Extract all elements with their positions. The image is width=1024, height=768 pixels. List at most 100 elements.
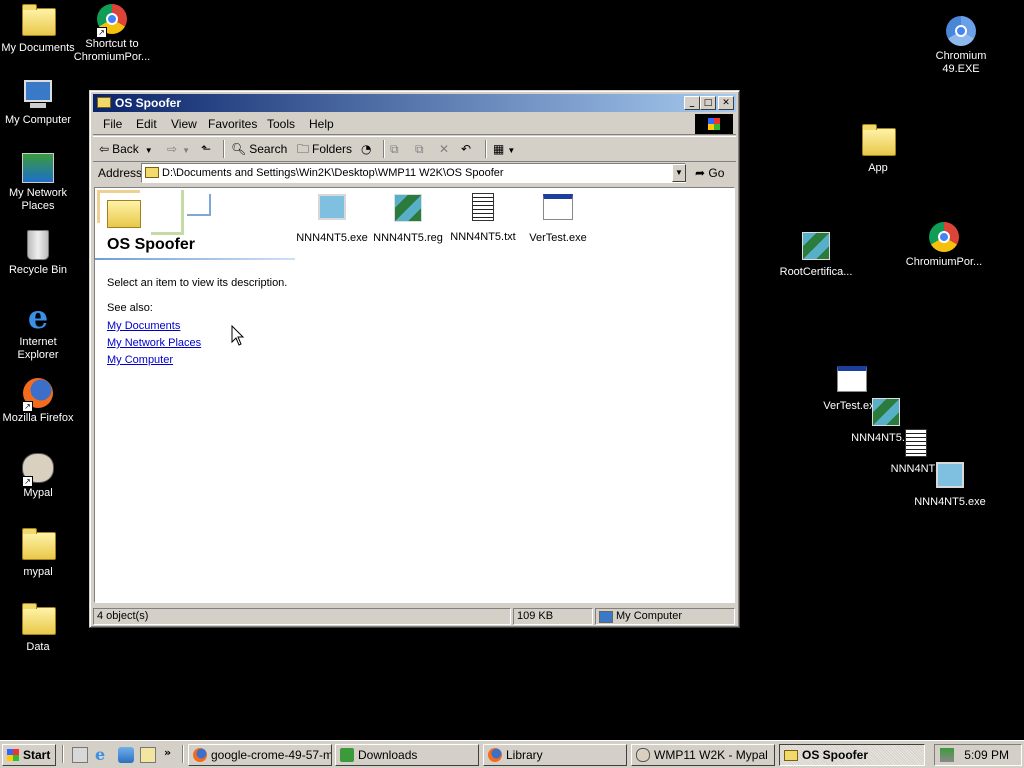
minimize-button[interactable]: _: [684, 96, 700, 110]
see-also-label: See also:: [107, 302, 153, 314]
menu-file[interactable]: File: [103, 117, 122, 131]
up-folder-button[interactable]: ⬑: [201, 141, 214, 157]
forward-arrow-icon: ⇨: [167, 142, 178, 156]
desktop-icon-nnn4nt5-exe[interactable]: NNN4NT5.exe: [910, 460, 990, 509]
menu-edit[interactable]: Edit: [136, 117, 157, 131]
firefox-icon: [488, 748, 502, 762]
taskbar-task[interactable]: google-crome-49-57-mb...: [188, 744, 332, 766]
desktop-icon-label: RootCertifica...: [779, 266, 853, 278]
taskbar-task-active[interactable]: OS Spoofer: [779, 744, 925, 766]
start-button[interactable]: Start: [2, 744, 56, 766]
search-button[interactable]: 🔍︎ Search: [231, 141, 287, 157]
back-button[interactable]: ⇦ Back ▼: [99, 141, 153, 159]
desktop-icon-chromium-shortcut[interactable]: ↗ Shortcut to ChromiumPor...: [72, 4, 152, 64]
file-name: VerTest.exe: [529, 232, 587, 244]
desktop-icon-chromium-portable[interactable]: ChromiumPor...: [904, 222, 984, 269]
status-zone-label: My Computer: [616, 610, 683, 622]
taskbar-separator: [182, 745, 184, 763]
history-button[interactable]: ◔: [361, 141, 374, 157]
windows-logo-icon: [695, 114, 733, 134]
menu-view[interactable]: View: [171, 117, 197, 131]
link-my-network-places[interactable]: My Network Places: [107, 337, 201, 349]
go-button[interactable]: ➦ Go: [695, 164, 724, 182]
desktop-icon-mozilla-firefox[interactable]: ↗ Mozilla Firefox: [0, 378, 78, 425]
show-desktop-icon[interactable]: [72, 747, 88, 763]
status-zone: My Computer: [595, 608, 735, 625]
task-label: OS Spoofer: [802, 748, 869, 762]
file-item[interactable]: NNN4NT5.exe: [294, 192, 370, 244]
menu-help[interactable]: Help: [309, 117, 334, 131]
toolbar-separator: [383, 140, 385, 158]
internet-explorer-icon[interactable]: e: [95, 747, 111, 763]
undo-button[interactable]: ↶: [461, 141, 474, 157]
desktop-icon-label: Chromium 49.EXE: [935, 50, 987, 75]
file-item[interactable]: NNN4NT5.txt: [445, 192, 521, 243]
back-label: Back: [112, 142, 139, 156]
desktop-icon-label: NNN4NT5.exe: [914, 496, 986, 508]
close-button[interactable]: ✕: [718, 96, 734, 110]
menu-favorites[interactable]: Favorites: [208, 117, 257, 131]
go-arrow-icon: ➦: [695, 166, 706, 180]
folder-icon: [22, 528, 56, 564]
decorative-frame: [151, 190, 184, 235]
desktop-icon-app-folder[interactable]: App: [838, 124, 918, 175]
chevron-down-icon: ▼: [182, 146, 190, 155]
address-dropdown-button[interactable]: ▼: [672, 164, 686, 182]
menu-tools[interactable]: Tools: [267, 117, 295, 131]
delete-icon: ✕: [439, 142, 450, 156]
desktop-icon-my-network-places[interactable]: My Network Places: [0, 153, 78, 213]
toolbar: ⇦ Back ▼ ⇨ ▼ ⬑ 🔍︎ Search 🗀 Folders ◔ ⧉ ⧉ ✕ ↶ …: [93, 136, 736, 162]
taskbar-task[interactable]: Downloads: [335, 744, 479, 766]
desktop-icon-label: ChromiumPor...: [905, 256, 983, 268]
desktop-icon-rootcertificates[interactable]: RootCertifica...: [776, 230, 856, 279]
maximize-button[interactable]: □: [700, 96, 716, 110]
clock[interactable]: 5:09 PM: [964, 745, 1009, 765]
move-to-button[interactable]: ⧉: [390, 141, 402, 157]
toolbar-separator: [223, 140, 225, 158]
chevron-right-icon[interactable]: »: [164, 746, 180, 762]
window-title: OS Spoofer: [115, 96, 182, 110]
link-my-computer[interactable]: My Computer: [107, 354, 173, 366]
file-name: NNN4NT5.reg: [373, 232, 443, 244]
decorative-frame: [187, 194, 211, 216]
search-quicklaunch-icon[interactable]: [140, 747, 156, 763]
link-my-documents[interactable]: My Documents: [107, 320, 180, 332]
desktop-icon-chromium-exe[interactable]: Chromium 49.EXE: [921, 16, 1001, 76]
address-input[interactable]: D:\Documents and Settings\Win2K\Desktop\…: [141, 163, 686, 183]
task-label: Library: [506, 748, 543, 762]
file-item[interactable]: VerTest.exe: [520, 192, 596, 244]
desktop-icon-recycle-bin[interactable]: Recycle Bin: [0, 228, 78, 277]
panel-title: OS Spoofer: [107, 236, 196, 253]
panel-description: Select an item to view its description.: [107, 277, 288, 289]
folders-button[interactable]: 🗀 Folders: [297, 141, 352, 157]
desktop-icon-mypal[interactable]: ↗ Mypal: [0, 453, 78, 500]
outlook-express-icon[interactable]: [118, 747, 134, 763]
desktop-icon-my-documents[interactable]: My Documents: [0, 4, 78, 55]
explorer-window: OS Spoofer _ □ ✕ File Edit View Favorite…: [89, 90, 740, 628]
delete-button[interactable]: ✕: [439, 141, 452, 157]
taskbar-task[interactable]: Library: [483, 744, 627, 766]
taskbar-task[interactable]: WMP11 W2K - Mypal: [631, 744, 775, 766]
desktop-icon-my-computer[interactable]: My Computer: [0, 78, 78, 127]
desktop-icon-label: My Network Places: [8, 187, 68, 212]
chrome-icon: [928, 222, 960, 254]
search-label: Search: [249, 142, 288, 156]
desktop-icon-label: Data: [26, 641, 50, 653]
computer-icon: [22, 80, 54, 112]
copy-to-button[interactable]: ⧉: [415, 141, 427, 157]
menu-bar: File Edit View Favorites Tools Help: [93, 114, 736, 135]
registry-file-icon: [870, 398, 902, 430]
network-tray-icon[interactable]: [940, 748, 954, 762]
desktop-icon-mypal-folder[interactable]: mypal: [0, 528, 78, 579]
forward-button[interactable]: ⇨ ▼: [167, 141, 190, 159]
downloads-icon: [340, 748, 354, 762]
desktop-icon-data-folder[interactable]: Data: [0, 603, 78, 654]
file-item[interactable]: NNN4NT5.reg: [370, 192, 446, 244]
views-button[interactable]: ▦ ▼: [493, 141, 515, 159]
address-label: Address: [98, 166, 143, 180]
desktop-icon-label: My Computer: [4, 114, 72, 126]
title-bar[interactable]: OS Spoofer _ □ ✕: [93, 94, 736, 112]
task-label: Downloads: [358, 748, 418, 762]
desktop-icon-internet-explorer[interactable]: e Internet Explorer: [0, 301, 78, 362]
file-name: NNN4NT5.txt: [450, 231, 516, 243]
